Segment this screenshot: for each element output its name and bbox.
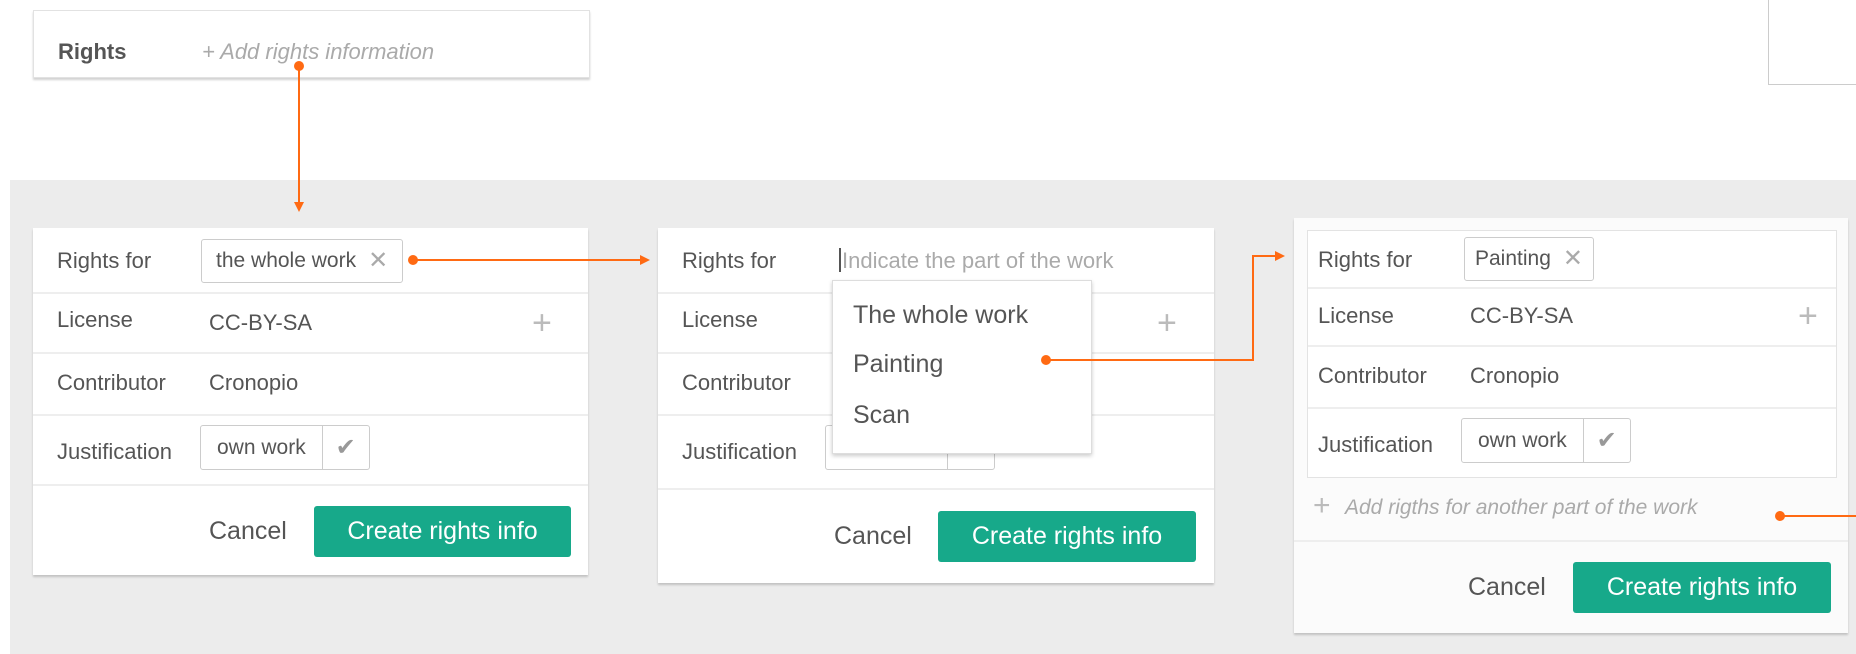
connector-option-to-card3 [1046, 251, 1285, 361]
connector-dot [1041, 355, 1051, 365]
connector-dot [408, 255, 418, 265]
connector-dot [1775, 511, 1785, 521]
flow-connectors [294, 61, 1856, 521]
connector-dot [294, 61, 304, 71]
